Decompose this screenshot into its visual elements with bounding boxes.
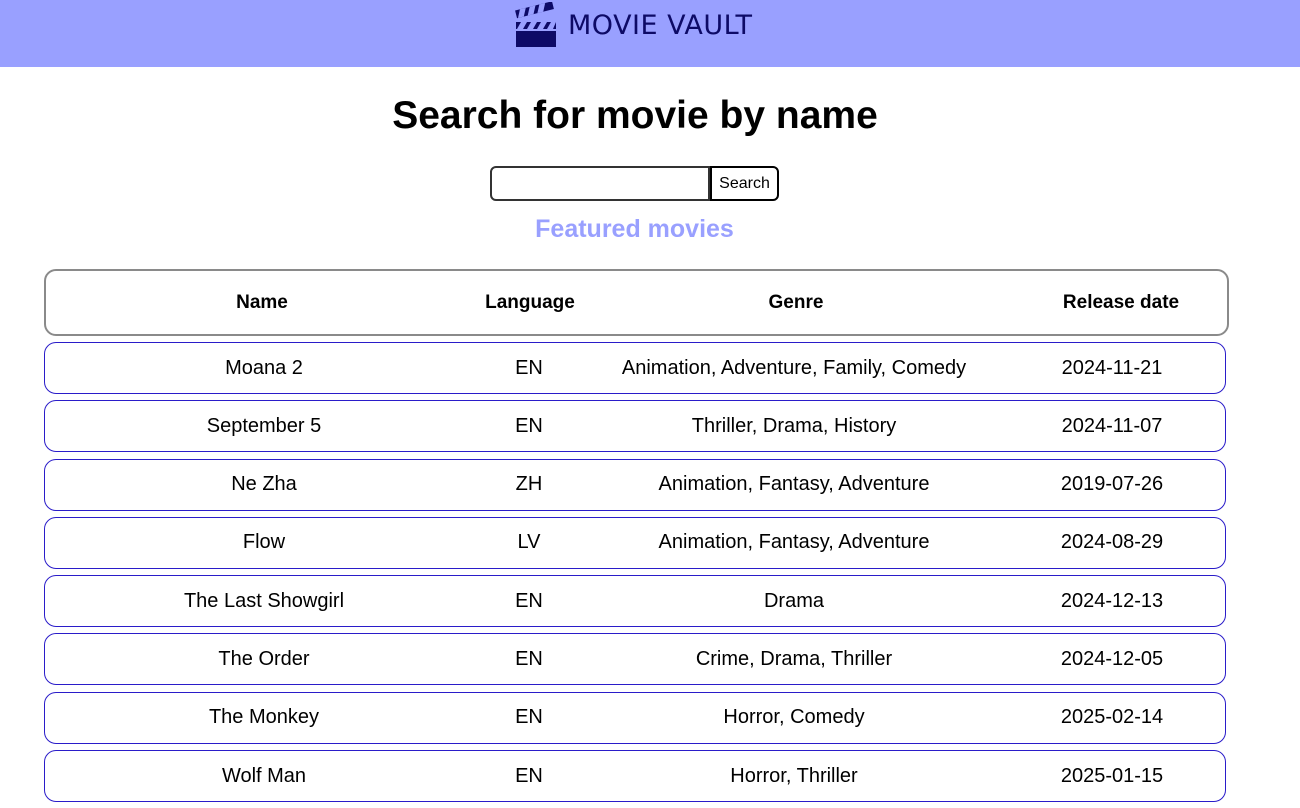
movie-genre: Drama xyxy=(763,589,824,612)
movie-name: The Last Showgirl xyxy=(183,589,345,612)
movie-genre: Thriller, Drama, History xyxy=(691,414,897,437)
movie-genre: Crime, Drama, Thriller xyxy=(695,647,893,670)
movie-genre: Horror, Comedy xyxy=(723,706,865,729)
movie-row[interactable]: Moana 2 EN Animation, Adventure, Family,… xyxy=(44,342,1226,394)
table-header: Name Language Genre Release date xyxy=(44,269,1229,336)
movie-name: Flow xyxy=(242,531,286,554)
top-bar: MOVIE VAULT xyxy=(0,0,1300,67)
movie-genre: Horror, Thriller xyxy=(730,764,858,787)
movie-row[interactable]: Wolf Man EN Horror, Thriller 2025-01-15 xyxy=(44,750,1226,803)
clapperboard-icon xyxy=(514,2,558,48)
movie-release-date: 2019-07-26 xyxy=(1060,473,1164,496)
movie-row[interactable]: The Order EN Crime, Drama, Thriller 2024… xyxy=(44,633,1226,686)
movie-release-date: 2024-11-21 xyxy=(1061,356,1163,379)
movie-row[interactable]: Ne Zha ZH Animation, Fantasy, Adventure … xyxy=(44,458,1226,511)
movie-name: The Order xyxy=(218,647,310,670)
page-title: Search for movie by name xyxy=(392,94,878,137)
movie-genre: Animation, Fantasy, Adventure xyxy=(658,473,930,496)
movie-name: September 5 xyxy=(206,414,322,437)
search-input[interactable] xyxy=(490,166,710,201)
movie-row[interactable]: The Monkey EN Horror, Comedy 2025-02-14 xyxy=(44,691,1226,744)
column-header-language: Language xyxy=(485,291,575,313)
movie-release-date: 2025-01-15 xyxy=(1060,764,1164,787)
movie-release-date: 2024-12-05 xyxy=(1060,647,1164,670)
search-button[interactable]: Search xyxy=(710,166,779,201)
movie-genre: Animation, Fantasy, Adventure xyxy=(658,531,930,554)
featured-movies-title: Featured movies xyxy=(535,215,734,243)
brand-logo[interactable]: MOVIE VAULT xyxy=(514,2,752,48)
movie-release-date: 2024-08-29 xyxy=(1060,531,1164,554)
column-header-name: Name xyxy=(236,291,288,313)
movie-row[interactable]: Flow LV Animation, Fantasy, Adventure 20… xyxy=(44,516,1226,569)
column-header-release-date: Release date xyxy=(1062,291,1180,313)
movie-name: Ne Zha xyxy=(231,473,297,496)
movie-release-date: 2025-02-14 xyxy=(1060,706,1164,729)
movie-name: Wolf Man xyxy=(221,764,307,787)
movie-name: The Monkey xyxy=(208,706,320,729)
movie-release-date: 2024-12-13 xyxy=(1060,589,1164,612)
brand-name: MOVIE VAULT xyxy=(568,9,753,41)
movie-release-date: 2024-11-07 xyxy=(1061,414,1163,437)
movie-genre: Animation, Adventure, Family, Comedy xyxy=(621,356,967,379)
movie-row[interactable]: The Last Showgirl EN Drama 2024-12-13 xyxy=(44,575,1226,628)
movie-name: Moana 2 xyxy=(225,356,303,379)
column-header-genre: Genre xyxy=(768,291,824,313)
movie-row[interactable]: September 5 EN Thriller, Drama, History … xyxy=(44,400,1226,453)
movie-list: Moana 2 EN Animation, Adventure, Family,… xyxy=(44,342,1226,808)
